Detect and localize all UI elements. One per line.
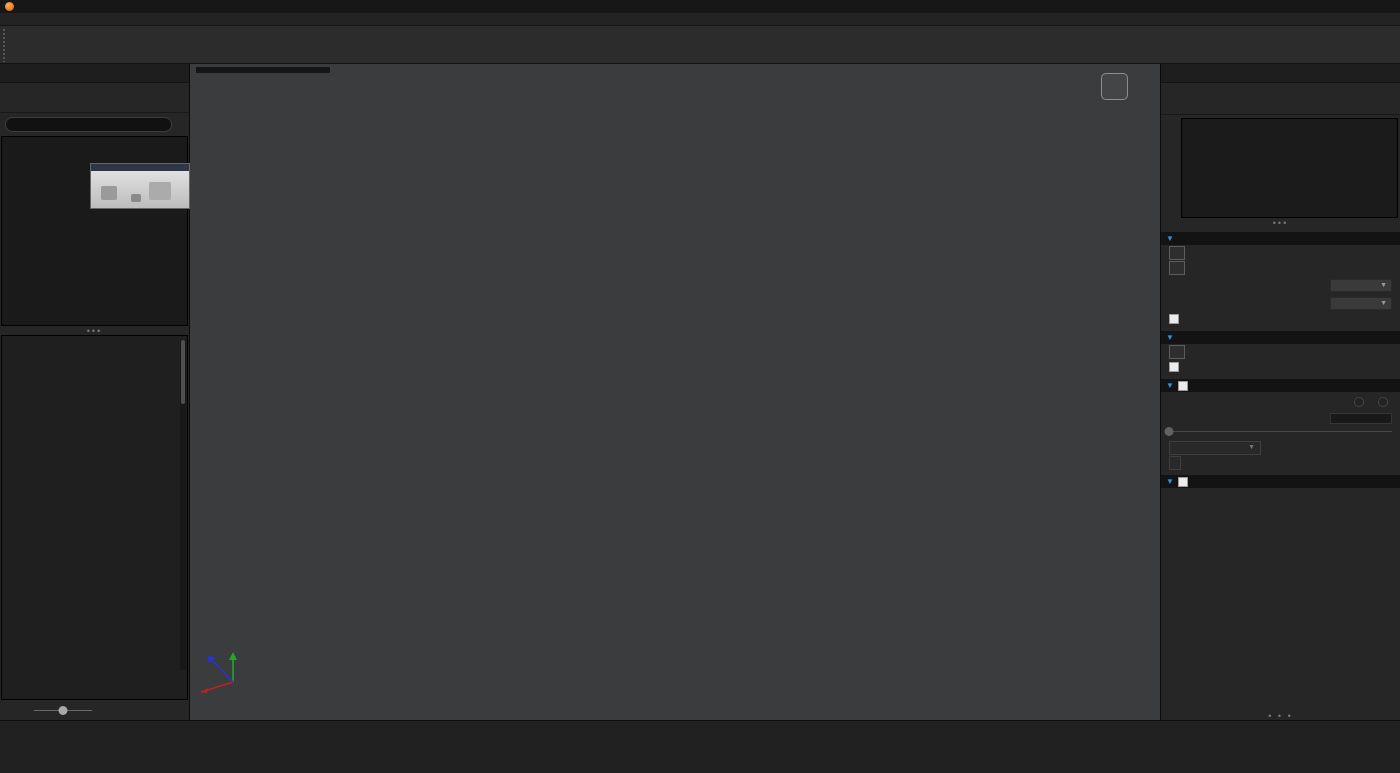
search-input[interactable]	[14, 120, 84, 130]
app-icon	[5, 2, 14, 11]
toolbar-drag-handle[interactable]	[2, 28, 7, 62]
keep-above-ground-checkbox[interactable]	[1169, 314, 1179, 324]
library-search[interactable]	[5, 117, 172, 132]
ipd-value[interactable]	[1330, 413, 1392, 424]
render-viewport[interactable]	[190, 64, 1160, 720]
panel-splitter-handle[interactable]: •••	[1161, 218, 1400, 227]
menu-bar	[0, 13, 1400, 26]
ipd-slider[interactable]	[1169, 426, 1392, 437]
project-tabs	[1161, 83, 1400, 115]
thumbnail-size-slider[interactable]	[34, 706, 92, 715]
camera-list-toolbar	[1161, 118, 1181, 218]
set-camera-focus-button[interactable]	[1169, 246, 1185, 260]
panel-splitter-handle[interactable]: •••	[0, 326, 189, 335]
chevron-down-icon: ▼	[1166, 478, 1174, 486]
thumbnail-scrollbar[interactable]	[180, 340, 186, 670]
main-toolbar	[0, 26, 1400, 64]
section-stereo-environment[interactable]: ▼	[1161, 379, 1400, 392]
realtime-render	[425, 64, 920, 720]
hmd-dropdown-button[interactable]: ▼	[1169, 441, 1261, 455]
library-bottom-bar	[0, 700, 189, 720]
axis-gizmo	[196, 632, 246, 694]
camera-list	[1181, 118, 1398, 218]
grid-dropdown[interactable]: ▼	[1330, 297, 1392, 310]
stereo-vertical-radio[interactable]	[1354, 397, 1364, 407]
studio-preview-popup	[90, 163, 190, 209]
chevron-down-icon: ▼	[1166, 235, 1174, 243]
title-bar	[0, 0, 1400, 13]
standard-view-dropdown[interactable]: ▼	[1330, 279, 1392, 292]
ground-grid-checkbox[interactable]	[1169, 362, 1179, 372]
section-depth-of-field[interactable]: ▼	[1161, 475, 1400, 488]
viewport-camera-reset-button[interactable]	[1101, 73, 1128, 100]
render-stats-overlay	[196, 67, 330, 73]
stereo-horizontal-radio[interactable]	[1378, 397, 1388, 407]
library-panel: •••	[0, 64, 190, 720]
project-panel: ••• ▼ ▼ ▼ ▼	[1160, 64, 1400, 720]
section-lens-settings[interactable]: ▼	[1161, 331, 1400, 344]
stereo-3d-view-button[interactable]	[1169, 456, 1181, 470]
section-position-orientation[interactable]: ▼	[1161, 232, 1400, 245]
walk-mode-button[interactable]	[1169, 261, 1185, 275]
stereo-enable-checkbox[interactable]	[1178, 381, 1188, 391]
panel-splitter-handle[interactable]: • • •	[1161, 711, 1400, 720]
environment-tree	[1, 136, 188, 326]
match-perspective-button[interactable]	[1169, 345, 1185, 359]
chevron-down-icon: ▼	[1166, 334, 1174, 342]
dof-enable-checkbox[interactable]	[1178, 477, 1188, 487]
bottom-dock	[0, 720, 1400, 773]
chevron-down-icon: ▼	[1166, 382, 1174, 390]
environment-thumbnails	[1, 335, 188, 700]
library-tabs	[0, 83, 189, 113]
